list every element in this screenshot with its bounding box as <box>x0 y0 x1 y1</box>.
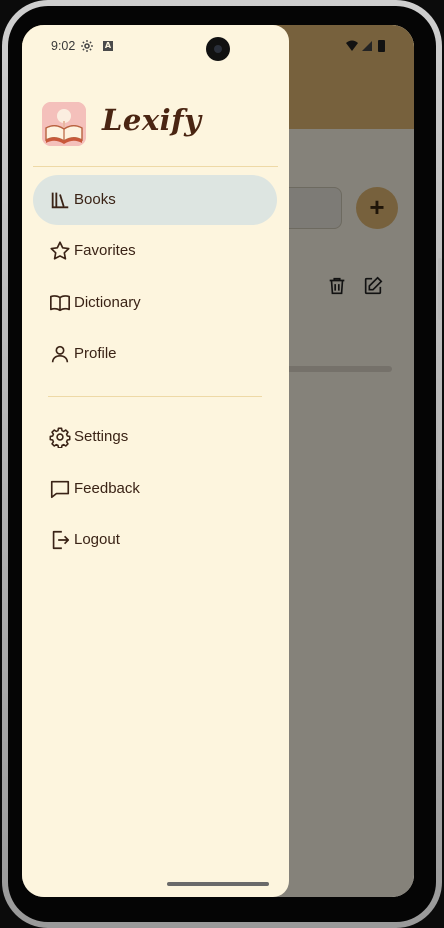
nav-label: Dictionary <box>74 294 141 311</box>
person-icon <box>49 343 71 365</box>
nav-item-settings[interactable]: Settings <box>33 412 277 462</box>
gesture-handle[interactable] <box>167 882 269 886</box>
section-divider <box>48 396 262 397</box>
logout-icon <box>49 529 71 551</box>
nav-item-books[interactable]: Books <box>33 175 277 225</box>
app-title: Lexify <box>102 103 202 137</box>
nav-item-profile[interactable]: Profile <box>33 329 277 379</box>
nav-label: Settings <box>74 428 129 445</box>
nav-label: Profile <box>74 345 117 362</box>
front-camera <box>206 37 230 61</box>
nav-label: Books <box>74 191 116 208</box>
star-icon <box>49 240 71 262</box>
navigation-drawer: 9:02 A Lexify Books Favorites Dictionary… <box>22 25 289 897</box>
library-icon <box>49 189 71 211</box>
open-book-icon <box>49 292 71 314</box>
status-time: 9:02 <box>51 39 76 53</box>
power-button <box>438 258 442 320</box>
nav-label: Favorites <box>74 242 136 259</box>
settings-status-icon <box>80 39 94 53</box>
nav-item-dictionary[interactable]: Dictionary <box>33 278 277 328</box>
notification-badge: A <box>103 41 113 51</box>
screen: + 9:02 A Lexify Books Favorites Dictiona… <box>22 25 414 897</box>
chat-bubble-icon <box>49 478 71 500</box>
volume-button <box>438 380 442 490</box>
nav-label: Feedback <box>74 480 140 497</box>
header-divider <box>33 166 278 167</box>
nav-label: Logout <box>74 531 120 548</box>
nav-item-feedback[interactable]: Feedback <box>33 464 277 514</box>
nav-item-favorites[interactable]: Favorites <box>33 226 277 276</box>
nav-item-logout[interactable]: Logout <box>33 515 277 565</box>
gear-icon <box>49 426 71 449</box>
app-logo <box>42 102 86 146</box>
